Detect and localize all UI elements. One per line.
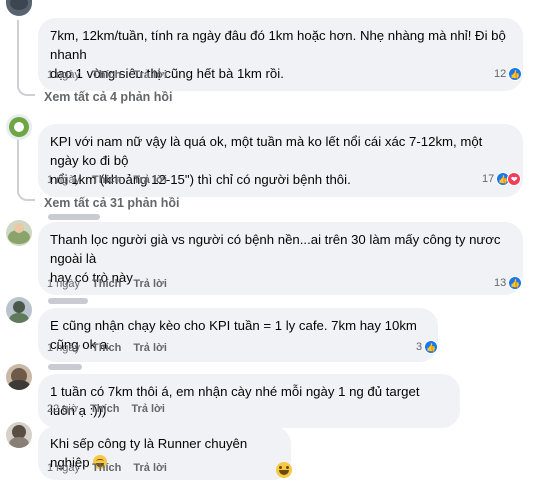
avatar[interactable] — [6, 114, 32, 140]
like-button[interactable]: Thích — [92, 174, 121, 186]
comment-actions: 1 ngày Thích Trả lời — [47, 278, 179, 290]
like-icon: 👍 — [508, 276, 523, 290]
reaction-summary[interactable]: 12 👍 — [494, 67, 523, 81]
comment-time[interactable]: 1 ngày — [47, 462, 80, 474]
avatar[interactable] — [6, 297, 32, 323]
comment-time[interactable]: 1 ngày — [47, 278, 80, 290]
thread-line — [17, 138, 19, 190]
like-button[interactable]: Thích — [92, 278, 121, 290]
comment-actions: 22 giờ Thích Trả lời — [47, 403, 177, 415]
thread-curve — [17, 189, 35, 201]
heart-icon: ❤ — [507, 172, 522, 186]
comment-time[interactable]: 1 ngày — [47, 69, 80, 81]
like-button[interactable]: Thích — [90, 403, 119, 415]
comment-actions: 1 ngày Thích Trả lời — [47, 174, 179, 186]
thread-line — [17, 20, 19, 88]
reaction-summary[interactable]: 17 👍 ❤ — [482, 172, 522, 186]
like-button[interactable]: Thích — [92, 342, 121, 354]
grinning-emoji-icon — [276, 462, 292, 478]
comment-actions: 1 ngày Thích Trả lời — [47, 69, 179, 81]
reply-button[interactable]: Trả lời — [133, 69, 167, 81]
comment-time[interactable]: 1 ngày — [47, 342, 80, 354]
comment-bubble: KPI với nam nữ vậy là quá ok, một tuần m… — [38, 124, 523, 197]
avatar[interactable] — [6, 364, 32, 390]
reaction-count: 3 — [416, 341, 423, 353]
comment-actions: 1 ngày Thích Trả lời — [47, 342, 179, 354]
avatar[interactable] — [6, 422, 32, 448]
see-all-replies-link[interactable]: Xem tất cả 4 phản hồi — [44, 90, 173, 104]
reply-button[interactable]: Trả lời — [133, 462, 167, 474]
reply-button[interactable]: Trả lời — [133, 174, 167, 186]
comment-time[interactable]: 1 ngày — [47, 174, 80, 186]
thread-curve — [17, 84, 35, 96]
author-name[interactable] — [48, 364, 82, 370]
like-icon: 👍 — [424, 340, 439, 354]
see-all-replies-link[interactable]: Xem tất cả 31 phản hồi — [44, 196, 179, 210]
reaction-count: 13 — [494, 277, 507, 289]
author-name[interactable] — [48, 214, 100, 220]
author-name[interactable] — [48, 298, 88, 304]
comment-actions: 1 ngày Thích Trả lời — [47, 462, 179, 474]
reply-button[interactable]: Trả lời — [131, 403, 165, 415]
comment-time[interactable]: 22 giờ — [47, 403, 78, 415]
reaction-summary[interactable]: 13 👍 — [494, 276, 523, 290]
reply-button[interactable]: Trả lời — [133, 278, 167, 290]
reaction-summary[interactable]: 3 👍 — [416, 340, 439, 354]
reaction-count: 17 — [482, 173, 495, 185]
avatar[interactable] — [6, 0, 32, 16]
like-button[interactable]: Thích — [92, 69, 121, 81]
reply-button[interactable]: Trả lời — [133, 342, 167, 354]
reaction-count: 12 — [494, 68, 507, 80]
comment-bubble: 1 tuần có 7km thôi á, em nhận cày nhé mỗ… — [38, 374, 460, 428]
avatar[interactable] — [6, 220, 32, 246]
like-button[interactable]: Thích — [92, 462, 121, 474]
like-icon: 👍 — [508, 67, 523, 81]
